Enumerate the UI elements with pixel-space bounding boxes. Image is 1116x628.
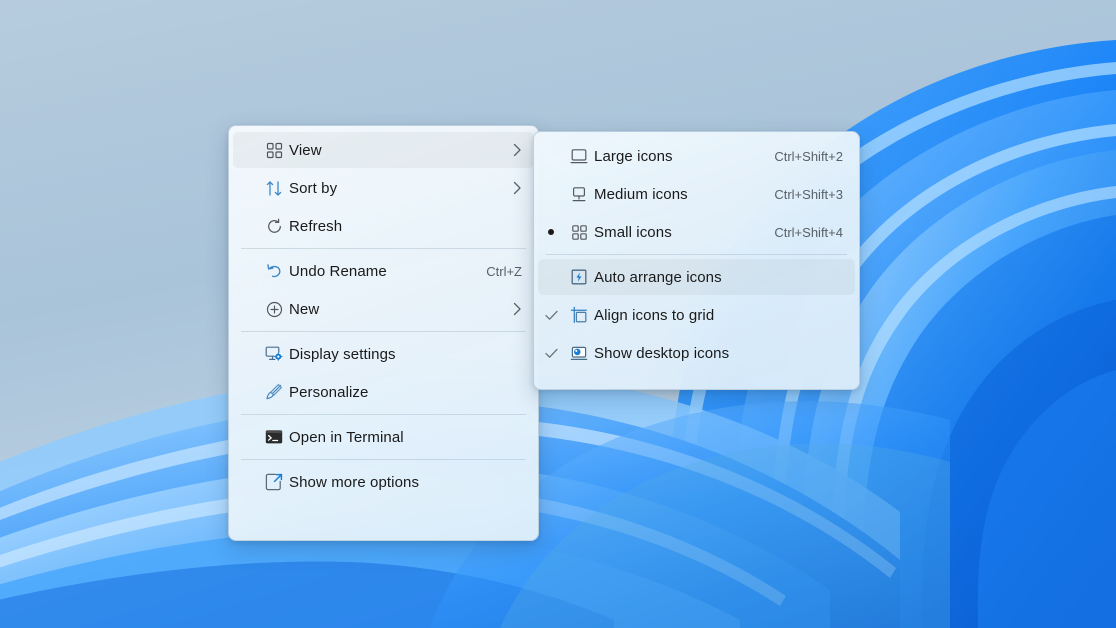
undo-icon	[259, 263, 289, 280]
menu-item-large-icons[interactable]: Large icons Ctrl+Shift+2	[538, 138, 855, 174]
terminal-icon	[259, 429, 289, 445]
desktop-icons-icon	[564, 345, 594, 362]
menu-item-align-icons-to-grid[interactable]: Align icons to grid	[538, 297, 855, 333]
monitor-medium-icon	[564, 186, 594, 203]
align-grid-icon	[564, 306, 594, 324]
menu-item-show-more-options[interactable]: Show more options	[233, 464, 534, 500]
menu-item-small-icons[interactable]: Small icons Ctrl+Shift+4	[538, 214, 855, 250]
menu-item-display-settings[interactable]: Display settings	[233, 336, 534, 372]
menu-item-open-in-terminal[interactable]: Open in Terminal	[233, 419, 534, 455]
menu-item-accelerator: Ctrl+Shift+3	[774, 186, 843, 202]
menu-item-label: Personalize	[289, 383, 369, 401]
menu-separator	[241, 459, 526, 460]
menu-item-personalize[interactable]: Personalize	[233, 374, 534, 410]
menu-item-new[interactable]: New	[233, 291, 534, 327]
grid-view-icon	[259, 142, 289, 159]
menu-item-label: Medium icons	[594, 185, 688, 203]
menu-item-undo-rename[interactable]: Undo Rename Ctrl+Z	[233, 253, 534, 289]
menu-separator	[241, 331, 526, 332]
menu-item-label: Sort by	[289, 179, 338, 197]
grid-small-icon	[564, 224, 594, 241]
sort-arrows-icon	[259, 180, 289, 197]
menu-item-accelerator: Ctrl+Z	[486, 263, 522, 279]
menu-item-label: Undo Rename	[289, 262, 387, 280]
menu-item-auto-arrange-icons[interactable]: Auto arrange icons	[538, 259, 855, 295]
expand-arrow-icon	[259, 473, 289, 491]
paintbrush-icon	[259, 383, 289, 401]
menu-item-medium-icons[interactable]: Medium icons Ctrl+Shift+3	[538, 176, 855, 212]
desktop-context-menu[interactable]: View Sort by Refresh Undo Rename Ctrl+Z …	[228, 125, 539, 541]
chevron-right-icon	[513, 302, 534, 316]
checkmark-icon	[538, 348, 564, 359]
menu-separator	[241, 248, 526, 249]
radio-selected-icon	[538, 229, 564, 235]
menu-item-sort-by[interactable]: Sort by	[233, 170, 534, 206]
menu-item-view[interactable]: View	[233, 132, 534, 168]
monitor-gear-icon	[259, 345, 289, 363]
menu-item-label: Auto arrange icons	[594, 268, 722, 286]
menu-separator	[241, 414, 526, 415]
refresh-icon	[259, 218, 289, 235]
menu-item-label: Show more options	[289, 473, 420, 491]
chevron-right-icon	[513, 143, 534, 157]
chevron-right-icon	[513, 181, 534, 195]
menu-item-label: Display settings	[289, 345, 396, 363]
desktop[interactable]: View Sort by Refresh Undo Rename Ctrl+Z …	[0, 0, 1116, 628]
menu-item-label: View	[289, 141, 322, 159]
menu-item-label: Refresh	[289, 217, 343, 235]
menu-item-accelerator: Ctrl+Shift+4	[774, 224, 843, 240]
menu-item-label: Show desktop icons	[594, 344, 730, 362]
menu-item-label: Large icons	[594, 147, 673, 165]
checkmark-icon	[538, 310, 564, 321]
view-submenu[interactable]: Large icons Ctrl+Shift+2 Medium icons Ct…	[533, 131, 860, 390]
menu-item-label: Open in Terminal	[289, 428, 404, 446]
menu-item-refresh[interactable]: Refresh	[233, 208, 534, 244]
menu-item-show-desktop-icons[interactable]: Show desktop icons	[538, 335, 855, 371]
monitor-large-icon	[564, 148, 594, 165]
menu-item-label: Align icons to grid	[594, 306, 715, 324]
plus-circle-icon	[259, 301, 289, 318]
menu-item-label: Small icons	[594, 223, 672, 241]
auto-arrange-icon	[564, 268, 594, 286]
menu-item-accelerator: Ctrl+Shift+2	[774, 148, 843, 164]
menu-item-label: New	[289, 300, 320, 318]
menu-separator	[546, 254, 847, 255]
